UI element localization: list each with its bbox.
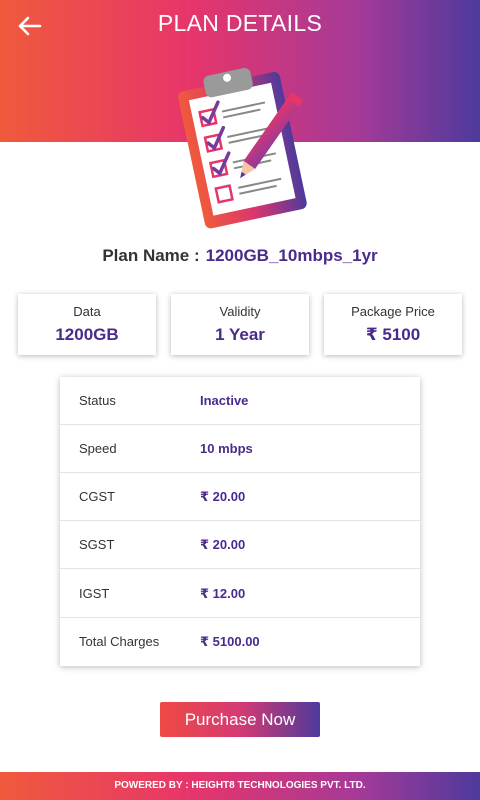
footer-credit: POWERED BY : HEIGHT8 TECHNOLOGIES PVT. L… xyxy=(0,772,480,800)
data-card: Data 1200GB xyxy=(18,294,156,355)
table-row: Total Charges ₹ 5100.00 xyxy=(60,618,420,666)
table-row: Speed 10 mbps xyxy=(60,425,420,473)
validity-label: Validity xyxy=(219,304,261,319)
data-label: Data xyxy=(73,304,101,319)
sgst-value: ₹ 20.00 xyxy=(200,537,246,552)
total-charges-value: ₹ 5100.00 xyxy=(200,634,260,649)
package-price-label: Package Price xyxy=(351,304,435,319)
purchase-now-button[interactable]: Purchase Now xyxy=(160,702,320,737)
plan-name-label: Plan Name : xyxy=(102,246,200,265)
speed-label: Speed xyxy=(79,441,117,456)
table-row: IGST ₹ 12.00 xyxy=(60,570,420,618)
status-value: Inactive xyxy=(200,393,249,408)
validity-value: 1 Year xyxy=(215,325,265,344)
clipboard-checklist-icon xyxy=(168,58,318,230)
total-charges-label: Total Charges xyxy=(79,634,160,649)
cgst-label: CGST xyxy=(79,489,116,504)
table-row: CGST ₹ 20.00 xyxy=(60,473,420,521)
sgst-label: SGST xyxy=(79,537,115,552)
plan-name: Plan Name : 1200GB_10mbps_1yr xyxy=(0,246,480,266)
validity-card: Validity 1 Year xyxy=(171,294,309,355)
speed-value: 10 mbps xyxy=(200,441,253,456)
page-title: PLAN DETAILS xyxy=(157,10,323,36)
cgst-value: ₹ 20.00 xyxy=(200,489,246,504)
table-row: Status Inactive xyxy=(60,377,420,425)
package-price-value: ₹ 5100 xyxy=(365,325,421,344)
details-table: Status Inactive Speed 10 mbps CGST ₹ 20.… xyxy=(60,377,420,666)
igst-value: ₹ 12.00 xyxy=(200,586,246,601)
package-price-card: Package Price ₹ 5100 xyxy=(324,294,462,355)
table-row: SGST ₹ 20.00 xyxy=(60,521,420,569)
plan-name-value: 1200GB_10mbps_1yr xyxy=(205,246,378,265)
igst-label: IGST xyxy=(79,586,110,601)
status-label: Status xyxy=(79,393,116,408)
data-value: 1200GB xyxy=(55,325,119,344)
